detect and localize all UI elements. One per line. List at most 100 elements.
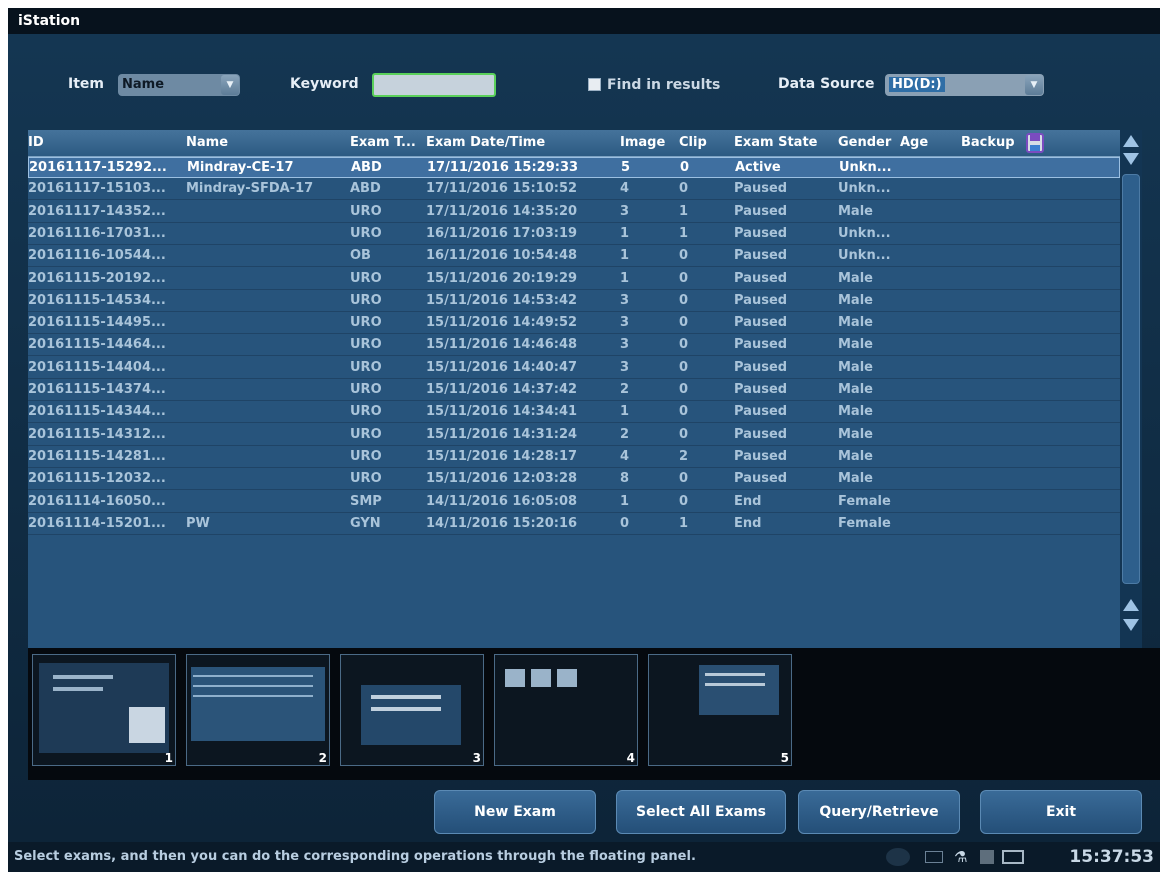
cell-exam: URO [350, 426, 382, 442]
cell-gender: Male [838, 203, 873, 219]
cell-date: 15/11/2016 14:31:24 [426, 426, 578, 442]
cell-name [186, 224, 346, 244]
table-row[interactable]: 20161115-14464... URO 15/11/2016 14:46:48 3… [28, 335, 1120, 357]
select-all-exams-button[interactable]: Select All Exams [616, 790, 786, 834]
table-row[interactable]: 20161117-14352... URO 17/11/2016 14:35:20 3… [28, 202, 1120, 223]
cell-state: End [734, 493, 762, 509]
cell-state: Paused [734, 382, 788, 397]
scroll-up-icon[interactable] [1120, 596, 1142, 616]
table-row[interactable]: 20161115-14281... URO 15/11/2016 14:28:17 4… [28, 447, 1120, 468]
cell-image: 2 [620, 426, 630, 442]
table-row[interactable]: 20161114-15201... PW GYN 14/11/2016 15:20:1… [28, 514, 1120, 535]
thumbnail-2[interactable]: 2 [186, 654, 330, 766]
cell-image: 3 [620, 315, 630, 331]
table-header: ID Name Exam T... Exam Date/Time Image C… [28, 130, 1120, 157]
cell-image: 1 [620, 248, 630, 264]
exit-button[interactable]: Exit [980, 790, 1142, 834]
table-row[interactable]: 20161115-14534... URO 15/11/2016 14:53:42 3… [28, 291, 1120, 312]
table-row[interactable]: 20161115-20192... URO 15/11/2016 20:19:29 1… [28, 269, 1120, 290]
cell-clip: 0 [679, 337, 689, 353]
cell-backup [961, 380, 1031, 400]
cell-name [186, 492, 346, 512]
cell-name [186, 313, 346, 333]
thumbnail-3[interactable]: 3 [340, 654, 484, 766]
column-header-age[interactable]: Age [900, 130, 958, 156]
cell-backup [961, 269, 1031, 289]
cell-name [186, 469, 346, 489]
thumbnail-1[interactable]: 1 [32, 654, 176, 766]
new-exam-button[interactable]: New Exam [434, 790, 596, 834]
cell-date: 15/11/2016 14:28:17 [426, 448, 578, 464]
table-scrollbar[interactable] [1120, 130, 1142, 656]
thumbnail-5[interactable]: 5 [648, 654, 792, 766]
column-header-image[interactable]: Image [620, 130, 666, 156]
column-header-clip[interactable]: Clip [679, 130, 719, 156]
cell-image: 3 [620, 337, 630, 353]
cell-state: Paused [734, 203, 788, 219]
cell-gender: Male [838, 270, 873, 286]
find-in-results-checkbox[interactable] [588, 78, 601, 91]
data-source-select[interactable]: HD(D:) ▼ [885, 74, 1044, 96]
cell-gender: Male [838, 426, 873, 442]
cell-date: 15/11/2016 14:37:42 [426, 382, 578, 397]
cell-exam: URO [350, 337, 382, 353]
cell-date: 17/11/2016 14:35:20 [426, 203, 578, 219]
column-header-backup[interactable]: Backup [961, 130, 1031, 156]
scroll-down-icon[interactable] [1120, 148, 1142, 168]
cell-backup [961, 425, 1031, 445]
table-row[interactable]: 20161115-14374... URO 15/11/2016 14:37:42 2… [28, 380, 1120, 401]
cell-backup [961, 447, 1031, 467]
cell-gender: Male [838, 359, 873, 375]
cell-image: 0 [620, 515, 630, 531]
window-title: iStation [8, 8, 1160, 34]
cell-image: 3 [620, 292, 630, 308]
column-header-id[interactable]: ID [28, 130, 186, 156]
cell-name [186, 425, 346, 445]
cell-image: 2 [620, 382, 630, 397]
table-row[interactable]: 20161114-16050... SMP 14/11/2016 16:05:08 1… [28, 492, 1120, 513]
table-row[interactable]: 20161116-17031... URO 16/11/2016 17:03:19 1… [28, 224, 1120, 245]
cell-clip: 0 [679, 248, 689, 264]
cell-exam: GYN [350, 515, 381, 531]
cell-exam: URO [350, 382, 382, 397]
column-header-exam-type[interactable]: Exam T... [350, 130, 422, 156]
cell-date: 17/11/2016 15:10:52 [426, 181, 578, 197]
cell-exam: URO [350, 471, 382, 487]
cell-date: 15/11/2016 12:03:28 [426, 471, 578, 487]
table-row[interactable]: 20161117-15292... Mindray-CE-17 ABD 17/11/2… [28, 157, 1120, 178]
cell-age [900, 179, 958, 199]
cell-backup [961, 313, 1031, 333]
query-retrieve-button[interactable]: Query/Retrieve [798, 790, 960, 834]
cell-id: 20161117-14352... [28, 203, 166, 219]
cell-state: Paused [734, 404, 788, 420]
cell-age [900, 246, 958, 266]
cell-age [900, 224, 958, 244]
table-row[interactable]: 20161116-10544... OB 16/11/2016 10:54:48 1 0… [28, 246, 1120, 268]
table-row[interactable]: 20161115-12032... URO 15/11/2016 12:03:28 8… [28, 469, 1120, 491]
cell-image: 3 [620, 203, 630, 219]
column-header-exam-date[interactable]: Exam Date/Time [426, 130, 618, 156]
table-row[interactable]: 20161115-14344... URO 15/11/2016 14:34:41 1… [28, 402, 1120, 424]
cell-age [900, 447, 958, 467]
cell-id: 20161115-14374... [28, 382, 166, 397]
cell-id: 20161115-14344... [28, 404, 166, 420]
scroll-down-icon[interactable] [1120, 614, 1142, 634]
column-header-name[interactable]: Name [186, 130, 346, 156]
cell-name [186, 269, 346, 289]
scrollbar-thumb[interactable] [1122, 174, 1140, 584]
table-row[interactable]: 20161115-14312... URO 15/11/2016 14:31:24 2… [28, 425, 1120, 446]
cell-state: Paused [734, 270, 788, 286]
cell-state: Paused [734, 359, 788, 375]
thumbnail-4[interactable]: 4 [494, 654, 638, 766]
item-select[interactable]: Name ▼ [118, 74, 240, 96]
table-row[interactable]: 20161115-14495... URO 15/11/2016 14:49:52 3… [28, 313, 1120, 335]
cell-clip: 0 [679, 292, 689, 308]
keyword-input[interactable] [372, 73, 496, 97]
column-header-exam-state[interactable]: Exam State [734, 130, 826, 156]
table-row[interactable]: 20161117-15103... Mindray-SFDA-17 ABD 17/11… [28, 179, 1120, 201]
table-row[interactable]: 20161115-14404... URO 15/11/2016 14:40:47 3… [28, 358, 1120, 379]
column-header-gender[interactable]: Gender [838, 130, 900, 156]
cell-date: 15/11/2016 14:53:42 [426, 292, 578, 308]
cell-backup [962, 158, 1032, 178]
cell-date: 15/11/2016 20:19:29 [426, 270, 578, 286]
